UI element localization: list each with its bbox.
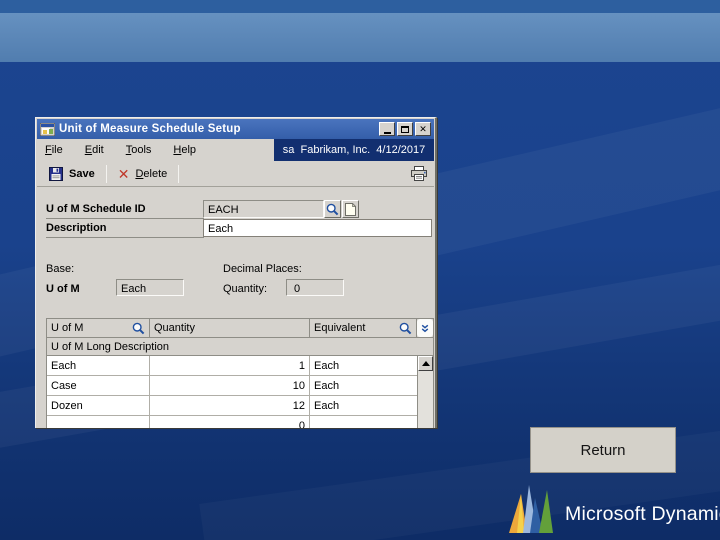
menu-bar: File Edit Tools Help sa Fabrikam, Inc. 4… <box>37 139 434 161</box>
uom-schedule-setup-window: Unit of Measure Schedule Setup ✕ File Ed… <box>35 117 437 428</box>
save-label: Save <box>69 167 95 180</box>
notes-button[interactable] <box>342 200 359 218</box>
cell-uofm[interactable]: Dozen <box>47 396 150 415</box>
lookup-magnifier-icon <box>326 203 339 215</box>
delete-label: Delete <box>135 167 168 180</box>
delete-button[interactable]: ✕ Delete <box>112 165 174 183</box>
grid-vertical-scrollbar[interactable] <box>417 356 433 428</box>
cell-quantity[interactable]: 10 <box>150 376 310 395</box>
return-button[interactable]: Return <box>530 427 676 473</box>
grid-header-uofm-label: U of M <box>51 322 84 334</box>
cell-quantity[interactable]: 1 <box>150 356 310 375</box>
toolbar-separator <box>178 164 180 183</box>
cell-equivalent[interactable]: Each <box>310 376 419 395</box>
grid-header-uofm[interactable]: U of M <box>47 319 150 337</box>
cell-quantity[interactable]: 0 <box>150 416 310 428</box>
user-company-date-bar: sa Fabrikam, Inc. 4/12/2017 <box>274 139 434 161</box>
return-button-label: Return <box>580 441 626 459</box>
base-uofm-label: U of M <box>46 283 80 295</box>
cell-uofm[interactable] <box>47 416 150 428</box>
menu-edit[interactable]: Edit <box>85 144 104 156</box>
window-title: Unit of Measure Schedule Setup <box>59 123 241 135</box>
note-paper-icon <box>345 202 356 216</box>
background-top-strip <box>0 0 720 13</box>
grid-header: U of M Quantity Equivalent <box>47 319 433 338</box>
description-label: Description <box>46 219 204 238</box>
grid-header-quantity-label: Quantity <box>154 322 195 334</box>
slide-background: Unit of Measure Schedule Setup ✕ File Ed… <box>0 0 720 540</box>
equivalent-lookup-icon[interactable] <box>399 322 412 335</box>
cell-equivalent[interactable]: Each <box>310 396 419 415</box>
cell-quantity[interactable]: 12 <box>150 396 310 415</box>
minimize-icon <box>383 131 391 134</box>
menu-file[interactable]: File <box>45 144 63 156</box>
quantity-decimals-field[interactable]: 0 <box>286 279 344 296</box>
base-label: Base: <box>46 263 75 275</box>
grid-subheader: U of M Long Description <box>47 338 433 356</box>
grid-header-quantity[interactable]: Quantity <box>150 319 310 337</box>
cell-equivalent[interactable] <box>310 416 419 428</box>
close-button[interactable]: ✕ <box>415 122 431 136</box>
decimal-places-label: Decimal Places: <box>223 263 302 275</box>
grid-rows: Each 1 Each Case 10 Each Dozen 12 Each 0 <box>47 356 433 428</box>
base-uofm-field[interactable]: Each <box>116 279 184 296</box>
grid-row[interactable]: Case 10 Each <box>47 376 433 396</box>
maximize-button[interactable] <box>397 122 413 136</box>
double-chevron-down-icon <box>421 324 429 332</box>
grid-body: Each 1 Each Case 10 Each Dozen 12 Each 0 <box>47 356 433 428</box>
minimize-button[interactable] <box>379 122 395 136</box>
title-bar[interactable]: Unit of Measure Schedule Setup ✕ <box>37 119 434 139</box>
cell-equivalent[interactable]: Each <box>310 356 419 375</box>
close-icon: ✕ <box>419 123 427 134</box>
grid-subheader-label: U of M Long Description <box>51 340 169 353</box>
print-button[interactable] <box>411 166 428 181</box>
quantity-decimals-label: Quantity: <box>223 283 268 295</box>
app-window-icon <box>40 122 55 136</box>
grid-row[interactable]: 0 <box>47 416 433 428</box>
save-button[interactable]: Save <box>43 165 101 183</box>
cell-uofm[interactable]: Each <box>47 356 150 375</box>
save-floppy-icon <box>49 166 63 181</box>
menu-help[interactable]: Help <box>173 144 196 156</box>
maximize-icon <box>401 125 409 133</box>
brand-wordmark: Microsoft Dynamics™ <box>565 502 720 534</box>
dynamics-sails-icon <box>509 485 553 533</box>
schedule-id-lookup-button[interactable] <box>324 200 341 218</box>
uofm-lookup-icon[interactable] <box>132 322 145 335</box>
scroll-up-button[interactable] <box>418 356 433 371</box>
scroll-up-arrow-icon <box>421 361 430 366</box>
description-field[interactable]: Each <box>203 219 432 237</box>
grid-header-equivalent[interactable]: Equivalent <box>310 319 417 337</box>
grid-row[interactable]: Each 1 Each <box>47 356 433 376</box>
background-light-band <box>0 13 720 62</box>
microsoft-dynamics-logo: Microsoft Dynamics™ <box>508 481 720 533</box>
menu-tools[interactable]: Tools <box>126 144 152 156</box>
grid-expand-button[interactable] <box>417 319 433 337</box>
grid-row[interactable]: Dozen 12 Each <box>47 396 433 416</box>
schedule-id-label: U of M Schedule ID <box>46 200 204 219</box>
cell-uofm[interactable]: Case <box>47 376 150 395</box>
toolbar-separator <box>105 164 107 183</box>
brand-name: Microsoft Dynamics <box>565 502 720 525</box>
schedule-id-field[interactable]: EACH <box>203 200 324 218</box>
delete-x-icon: ✕ <box>117 165 130 182</box>
uom-grid: U of M Quantity Equivalent U of M Long D… <box>46 318 434 428</box>
grid-header-equivalent-label: Equivalent <box>314 322 366 334</box>
toolbar: Save ✕ Delete <box>37 161 434 187</box>
